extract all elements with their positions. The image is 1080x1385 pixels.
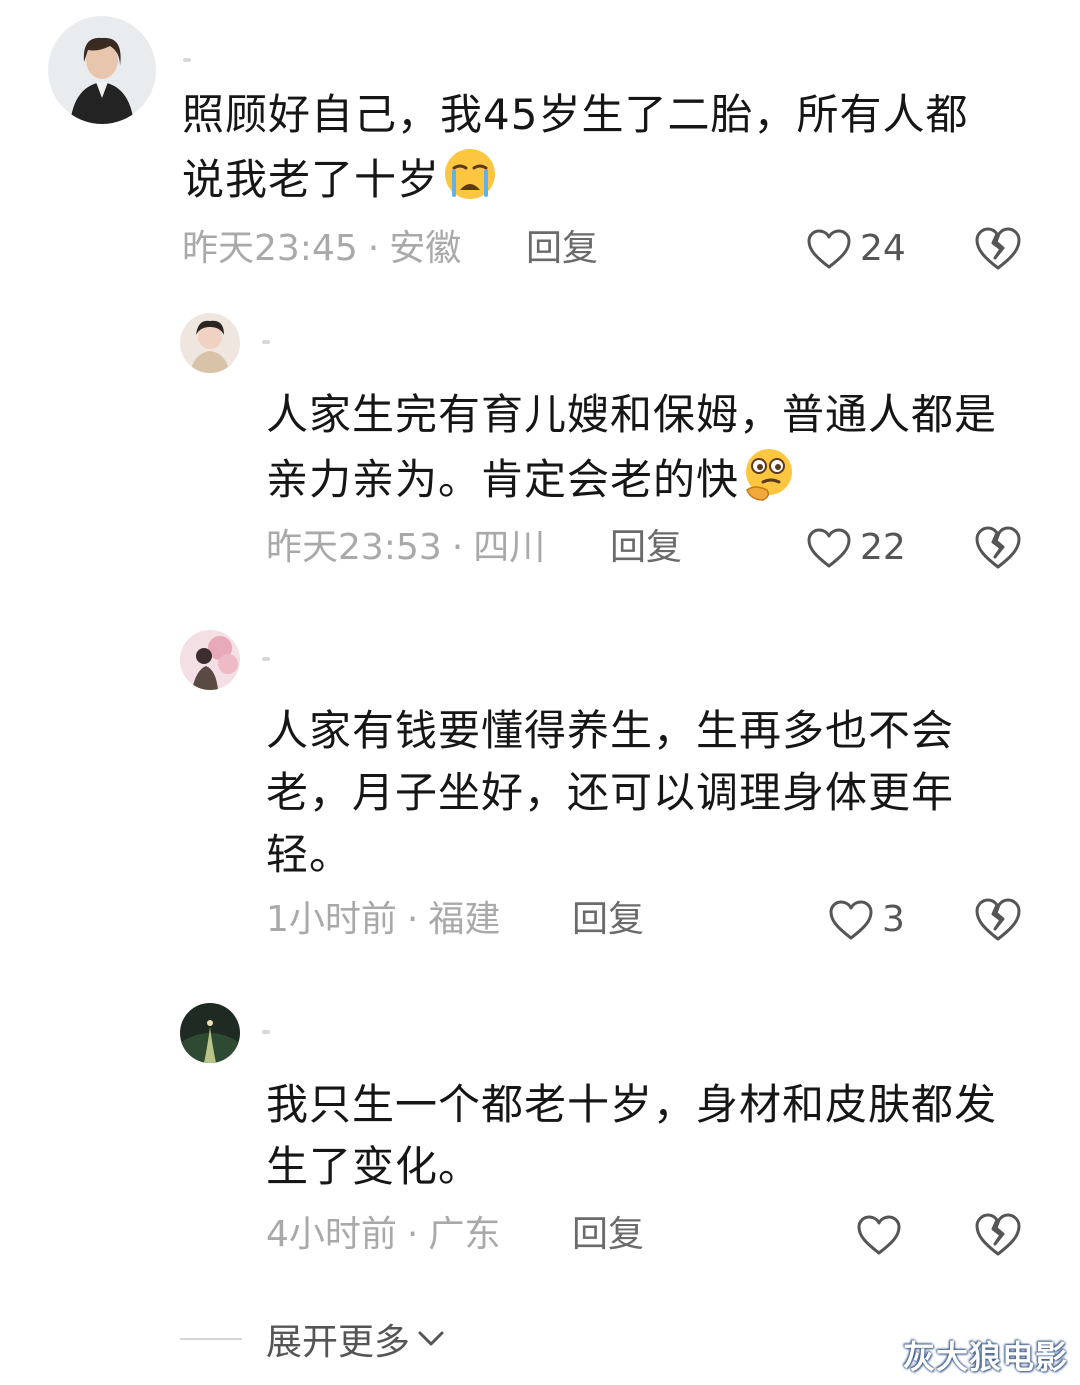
like-count: 22	[860, 527, 906, 568]
heart-icon	[807, 229, 851, 269]
dislike-button[interactable]	[974, 525, 1022, 571]
comment-text: 人家有钱要懂得养生，生再多也不会 老，月子坐好，还可以调理身体更年 轻。	[266, 700, 954, 886]
like-count: 24	[860, 228, 906, 269]
comment-text: 人家生完有育儿嫂和保姆，普通人都是 亲力亲为。肯定会老的快	[266, 384, 997, 508]
comment-thread: 照顾好自己，我45岁生了二胎，所有人都 说我老了十岁 昨天23:45 · 安徽 回复…	[0, 0, 1080, 1385]
comment-time: 昨天23:45	[182, 228, 358, 269]
like-button[interactable]	[856, 1210, 910, 1260]
heart-icon	[807, 528, 851, 568]
comment-line: 说我老了十岁	[182, 155, 441, 204]
like-button[interactable]: 22	[806, 523, 906, 573]
comment-location: 福建	[428, 899, 501, 940]
expand-more-label: 展开更多	[266, 1322, 411, 1363]
comment-line: 我只生一个都老十岁，身材和皮肤都发	[266, 1080, 998, 1129]
heart-icon	[829, 900, 873, 940]
comment-location: 四川	[473, 527, 546, 568]
comment-line: 生了变化。	[266, 1142, 482, 1191]
avatar[interactable]	[180, 313, 240, 373]
comment-meta: 1小时前 · 福建	[266, 895, 500, 945]
comment-line: 人家生完有育儿嫂和保姆，普通人都是	[266, 390, 998, 439]
username-placeholder	[262, 1030, 270, 1034]
broken-heart-icon	[975, 1213, 1021, 1256]
comment-line: 人家有钱要懂得养生，生再多也不会	[266, 706, 955, 755]
reply-button[interactable]: 回复	[572, 895, 644, 945]
avatar[interactable]	[48, 16, 156, 124]
comment-meta: 昨天23:45 · 安徽	[182, 224, 461, 274]
comment-location: 广东	[428, 1214, 501, 1255]
reply-button[interactable]: 回复	[610, 523, 682, 573]
comment-meta: 昨天23:53 · 四川	[266, 523, 545, 573]
avatar[interactable]	[180, 1003, 240, 1063]
meta-separator: ·	[451, 527, 464, 568]
crying-face-emoji-icon	[445, 149, 496, 199]
comment-text: 照顾好自己，我45岁生了二胎，所有人都 说我老了十岁	[182, 84, 968, 208]
chevron-down-icon	[418, 1331, 444, 1346]
thinking-face-emoji-icon	[746, 449, 793, 501]
comment-location: 安徽	[389, 228, 462, 269]
broken-heart-icon	[975, 526, 1021, 569]
heart-icon	[857, 1215, 901, 1255]
comment-time: 1小时前	[266, 899, 397, 940]
reply-button[interactable]: 回复	[572, 1210, 644, 1260]
meta-separator: ·	[406, 1214, 419, 1255]
dislike-button[interactable]	[974, 897, 1022, 943]
expand-more-button[interactable]: 展开更多	[180, 1314, 446, 1364]
dislike-button[interactable]	[974, 1212, 1022, 1258]
comment-time: 4小时前	[266, 1214, 397, 1255]
comment-text: 我只生一个都老十岁，身材和皮肤都发 生了变化。	[266, 1074, 997, 1198]
comment-line: 照顾好自己，我45岁生了二胎，所有人都	[182, 90, 969, 139]
username-placeholder	[183, 58, 191, 62]
dislike-button[interactable]	[974, 226, 1022, 272]
comment-line: 轻。	[266, 830, 353, 879]
like-button[interactable]: 3	[828, 895, 905, 945]
broken-heart-icon	[975, 898, 1021, 941]
comment-meta: 4小时前 · 广东	[266, 1210, 500, 1260]
like-button[interactable]: 24	[806, 224, 906, 274]
username-placeholder	[262, 657, 270, 661]
meta-separator: ·	[367, 228, 380, 269]
comment-line: 亲力亲为。肯定会老的快	[266, 455, 740, 504]
divider	[180, 1338, 242, 1340]
username-placeholder	[262, 340, 270, 344]
comment-line: 老，月子坐好，还可以调理身体更年	[266, 768, 955, 817]
meta-separator: ·	[406, 899, 419, 940]
comment-time: 昨天23:53	[266, 527, 442, 568]
like-count: 3	[882, 899, 905, 940]
broken-heart-icon	[975, 227, 1021, 270]
avatar[interactable]	[180, 630, 240, 690]
reply-button[interactable]: 回复	[526, 224, 598, 274]
watermark: 灰大狼电影	[902, 1338, 1068, 1376]
